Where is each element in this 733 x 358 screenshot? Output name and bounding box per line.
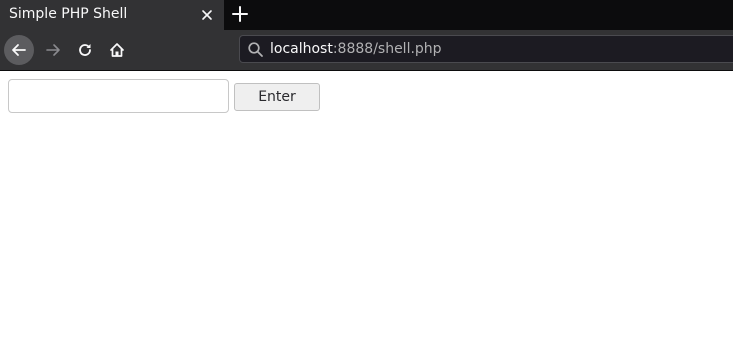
- url-path: :8888/shell.php: [332, 41, 442, 57]
- browser-window: Simple PHP Shell localhost:8888/shell.ph…: [0, 0, 733, 358]
- search-icon: [247, 41, 264, 58]
- arrow-right-icon: [46, 44, 60, 56]
- home-icon: [110, 43, 124, 57]
- tab-title: Simple PHP Shell: [9, 6, 128, 22]
- plus-icon[interactable]: [230, 4, 250, 24]
- url-text[interactable]: localhost:8888/shell.php: [270, 40, 442, 58]
- page-content: Enter: [0, 71, 733, 358]
- back-button[interactable]: [4, 35, 34, 65]
- url-host: localhost: [270, 41, 333, 57]
- command-input[interactable]: [8, 79, 229, 113]
- forward-button[interactable]: [38, 35, 68, 65]
- reload-button[interactable]: [70, 35, 100, 65]
- arrow-left-icon: [12, 44, 26, 56]
- enter-button[interactable]: Enter: [234, 83, 320, 111]
- reload-icon: [79, 44, 91, 56]
- tab-simple-php-shell[interactable]: Simple PHP Shell: [0, 0, 224, 30]
- navigation-toolbar: localhost:8888/shell.php: [0, 30, 733, 71]
- address-bar[interactable]: localhost:8888/shell.php: [239, 35, 733, 63]
- home-button[interactable]: [102, 35, 132, 65]
- close-icon[interactable]: [199, 7, 215, 23]
- tab-strip: Simple PHP Shell: [0, 0, 733, 30]
